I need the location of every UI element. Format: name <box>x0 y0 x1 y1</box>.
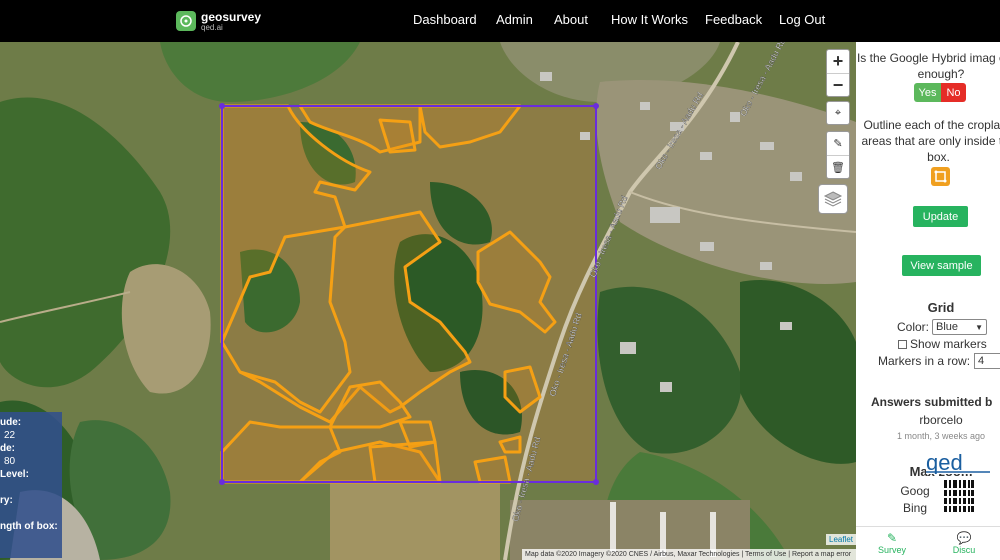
trash-icon: 🗑 <box>831 161 845 174</box>
markers-label: Markers in a row: <box>878 354 971 368</box>
color-select-value: Blue <box>936 321 959 333</box>
top-navbar: geosurvey qed.ai Dashboard Admin About H… <box>0 0 1000 42</box>
draw-toolbar: ✎ 🗑 <box>826 131 850 179</box>
nav-logout[interactable]: Log Out <box>779 12 825 27</box>
draw-box-icon[interactable] <box>931 167 950 186</box>
edit-icon: ✎ <box>833 138 843 150</box>
box-info-panel: ude: 22 de: 80 Level: ry: ngth of box: <box>0 412 62 558</box>
zoom-control: + − <box>826 49 850 97</box>
info-latitude-value: 22 <box>4 430 16 441</box>
show-markers-label: Show markers <box>910 337 987 351</box>
yes-no-group: Yes No <box>914 83 966 102</box>
update-button[interactable]: Update <box>913 206 968 227</box>
no-button[interactable]: No <box>941 83 966 102</box>
brand-name: geosurvey <box>201 9 262 24</box>
sidebar-tabs: ✎ Survey 💬 Discu <box>856 526 1000 560</box>
nav-about[interactable]: About <box>554 12 588 27</box>
info-country-label: ry: <box>0 495 13 506</box>
answers-title: Answers submitted b <box>871 395 993 409</box>
info-blank <box>0 481 62 494</box>
brand[interactable]: geosurvey qed.ai <box>176 9 261 33</box>
qed-logo: qed <box>926 450 990 475</box>
google-zoom-label: Goog <box>900 484 930 498</box>
info-longitude-label: de: <box>0 443 15 454</box>
show-markers-checkbox[interactable] <box>898 339 907 349</box>
show-markers-row: Show markers <box>898 337 987 351</box>
layers-icon <box>823 191 843 207</box>
info-longitude-value: 80 <box>4 456 16 467</box>
imagery-question: Is the Google Hybrid imag clear enough? <box>856 51 1000 81</box>
nav-admin[interactable]: Admin <box>496 12 533 27</box>
yes-button[interactable]: Yes <box>914 83 941 102</box>
markers-input[interactable]: 4 <box>974 353 1000 369</box>
locate-button[interactable]: ⌖ <box>826 101 850 125</box>
bing-zoom-label: Bing <box>902 501 928 515</box>
brand-sub: qed.ai <box>201 22 223 32</box>
info-box-length-label: ngth of box: <box>0 521 58 532</box>
survey-sidebar: Is the Google Hybrid imag clear enough? … <box>856 42 1000 560</box>
chevron-down-icon: ▼ <box>975 322 984 332</box>
nav-dashboard[interactable]: Dashboard <box>413 12 477 27</box>
geosurvey-logo-icon <box>176 11 196 31</box>
color-label: Color: <box>897 320 930 334</box>
leaflet-link[interactable]: Leaflet <box>826 534 856 545</box>
edit-icon: ✎ <box>886 531 898 545</box>
crosshair-icon: ⌖ <box>834 106 842 119</box>
tab-discuss-label: Discu <box>952 545 976 555</box>
satellite-imagery: Oko - Iresa - Aadu Rd Oko - Iresa - Aadu… <box>0 42 856 560</box>
svg-text:qed: qed <box>926 452 963 474</box>
zoom-out-button[interactable]: − <box>827 73 849 96</box>
nav-how-it-works[interactable]: How It Works <box>611 12 688 27</box>
outline-instruction: Outline each of the cropland areas that … <box>861 118 1000 164</box>
info-latitude-label: ude: <box>0 417 22 428</box>
color-row: Color: Blue ▼ <box>897 319 988 335</box>
layers-button[interactable] <box>818 184 848 214</box>
answer-user: rborcelo <box>919 413 963 427</box>
info-blank <box>0 507 62 520</box>
markers-row: Markers in a row: 4 <box>878 353 1000 369</box>
edit-layers-button[interactable]: ✎ <box>827 132 849 155</box>
tab-survey[interactable]: ✎ Survey <box>856 527 928 560</box>
grid-title: Grid <box>927 300 955 315</box>
barcode-icon <box>944 480 974 512</box>
color-select[interactable]: Blue ▼ <box>932 319 988 335</box>
answer-time: 1 month, 3 weeks ago <box>896 431 986 441</box>
chat-icon: 💬 <box>956 531 972 545</box>
tab-survey-label: Survey <box>877 545 906 555</box>
info-level-label: Level: <box>0 469 29 480</box>
view-sample-button[interactable]: View sample <box>902 255 981 276</box>
satellite-map[interactable]: Oko - Iresa - Aadu Rd Oko - Iresa - Aadu… <box>0 42 856 560</box>
zoom-in-button[interactable]: + <box>827 50 849 73</box>
map-attribution: Map data ©2020 Imagery ©2020 CNES / Airb… <box>522 549 856 560</box>
nav-feedback[interactable]: Feedback <box>705 12 762 27</box>
delete-layers-button[interactable]: 🗑 <box>827 155 849 178</box>
tab-discuss[interactable]: 💬 Discu <box>928 527 1000 560</box>
